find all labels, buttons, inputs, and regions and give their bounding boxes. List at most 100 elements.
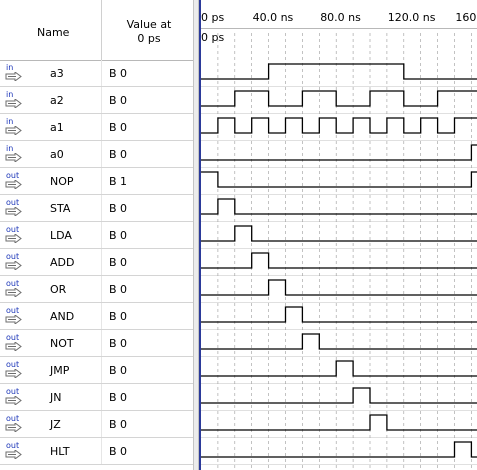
signal-name: JZ <box>50 418 61 431</box>
signal-row[interactable]: out STA B 0 <box>0 195 193 222</box>
pin-direction-label: out <box>6 306 20 315</box>
signal-row[interactable]: in a2 B 0 <box>0 87 193 114</box>
signal-row[interactable]: out HLT B 0 <box>0 438 193 465</box>
pin-direction-label: in <box>6 63 14 72</box>
signal-value: B 0 <box>109 418 128 431</box>
signal-name: HLT <box>50 445 70 458</box>
signal-value: B 0 <box>109 229 128 242</box>
pin-direction-label: in <box>6 117 14 126</box>
signal-value: B 0 <box>109 445 128 458</box>
waveform-trace-a3 <box>201 63 477 80</box>
column-divider <box>101 330 102 356</box>
waveform-trace-a0 <box>201 144 477 161</box>
pin-direction-label: out <box>6 441 20 450</box>
signal-value: B 0 <box>109 94 128 107</box>
signal-list-pane: Name Value at 0 ps in a3 B 0 in a2 B 0 in a1 B 0… <box>0 0 193 470</box>
waveform-trace-and <box>201 306 477 323</box>
value-header-line-1: Value at <box>126 18 172 31</box>
output-pin-icon: out <box>5 414 25 433</box>
pin-direction-label: out <box>6 171 20 180</box>
input-pin-icon: in <box>5 63 25 82</box>
output-pin-icon: out <box>5 279 25 298</box>
output-pin-icon: out <box>5 171 25 190</box>
input-pin-icon: in <box>5 117 25 136</box>
column-divider <box>101 438 102 464</box>
column-divider <box>101 195 102 221</box>
signal-row[interactable]: out OR B 0 <box>0 276 193 303</box>
pin-direction-label: out <box>6 279 20 288</box>
signal-row[interactable]: out ADD B 0 <box>0 249 193 276</box>
signal-name: a1 <box>50 121 64 134</box>
pin-direction-label: out <box>6 414 20 423</box>
column-divider <box>101 276 102 302</box>
column-divider <box>101 222 102 248</box>
signal-value: B 1 <box>109 175 128 188</box>
signal-name: JN <box>50 391 62 404</box>
signal-row[interactable]: in a3 B 0 <box>0 60 193 87</box>
column-divider[interactable] <box>101 0 102 60</box>
signal-row[interactable]: out JMP B 0 <box>0 357 193 384</box>
column-divider <box>101 114 102 140</box>
column-divider <box>101 384 102 410</box>
signal-value: B 0 <box>109 310 128 323</box>
signal-row[interactable]: out LDA B 0 <box>0 222 193 249</box>
signal-value: B 0 <box>109 337 128 350</box>
signal-name: STA <box>50 202 71 215</box>
signal-row[interactable]: out JN B 0 <box>0 384 193 411</box>
pin-direction-label: out <box>6 333 20 342</box>
output-pin-icon: out <box>5 360 25 379</box>
signal-row[interactable]: out NOT B 0 <box>0 330 193 357</box>
signal-row[interactable]: in a1 B 0 <box>0 114 193 141</box>
waveform-canvas[interactable] <box>199 0 477 470</box>
signal-name: a3 <box>50 67 64 80</box>
waveform-trace-jn <box>201 387 477 404</box>
pin-direction-label: out <box>6 252 20 261</box>
input-pin-icon: in <box>5 90 25 109</box>
signal-name: LDA <box>50 229 72 242</box>
output-pin-icon: out <box>5 198 25 217</box>
column-divider <box>101 411 102 437</box>
column-divider <box>101 303 102 329</box>
signal-row[interactable]: out AND B 0 <box>0 303 193 330</box>
signal-value: B 0 <box>109 202 128 215</box>
pin-direction-label: out <box>6 225 20 234</box>
value-column-header[interactable]: Value at 0 ps <box>105 18 193 46</box>
signal-name: a0 <box>50 148 64 161</box>
signal-name: OR <box>50 283 67 296</box>
signal-name: ADD <box>50 256 75 269</box>
column-divider <box>101 87 102 113</box>
signal-list-header: Name Value at 0 ps <box>0 0 193 61</box>
output-pin-icon: out <box>5 252 25 271</box>
signal-row[interactable]: out NOP B 1 <box>0 168 193 195</box>
name-column-header[interactable]: Name <box>37 26 97 39</box>
pin-direction-label: out <box>6 198 20 207</box>
signal-row[interactable]: out JZ B 0 <box>0 411 193 438</box>
time-cursor[interactable] <box>199 0 201 470</box>
waveform-trace-jz <box>201 414 477 431</box>
waveform-trace-a2 <box>201 90 477 107</box>
signal-value: B 0 <box>109 256 128 269</box>
signal-value: B 0 <box>109 283 128 296</box>
signal-row[interactable]: in a0 B 0 <box>0 141 193 168</box>
column-divider <box>101 60 102 86</box>
input-pin-icon: in <box>5 144 25 163</box>
value-header-line-2: 0 ps <box>137 32 161 45</box>
signal-value: B 0 <box>109 391 128 404</box>
waveform-pane: 0 ps40.0 ns80.0 ns120.0 ns160.0 0 ps <box>199 0 477 470</box>
signal-name: a2 <box>50 94 64 107</box>
output-pin-icon: out <box>5 387 25 406</box>
waveform-trace-jmp <box>201 360 477 377</box>
waveform-trace-add <box>201 252 477 269</box>
waveform-trace-hlt <box>201 441 477 458</box>
waveform-trace-sta <box>201 198 477 215</box>
pin-direction-label: in <box>6 144 14 153</box>
signal-name: NOP <box>50 175 74 188</box>
output-pin-icon: out <box>5 441 25 460</box>
output-pin-icon: out <box>5 225 25 244</box>
signal-value: B 0 <box>109 364 128 377</box>
signal-name: JMP <box>50 364 70 377</box>
signal-name: AND <box>50 310 75 323</box>
waveform-viewer: Name Value at 0 ps in a3 B 0 in a2 B 0 in a1 B 0… <box>0 0 477 470</box>
output-pin-icon: out <box>5 333 25 352</box>
column-divider <box>101 141 102 167</box>
